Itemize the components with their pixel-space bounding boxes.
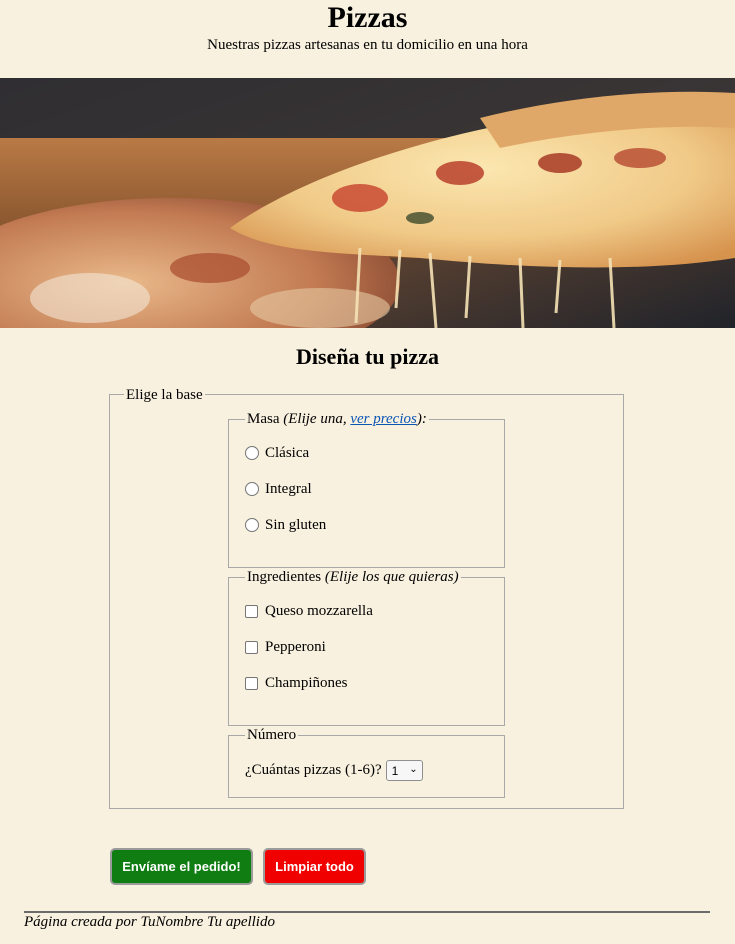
quantity-select[interactable]: 1 ⌄ [385, 760, 423, 781]
checkbox-label: Queso mozzarella [265, 603, 373, 619]
fieldset-ingredientes-legend: Ingredientes (Elije los que quieras) [245, 569, 461, 585]
hero-pizza-image [0, 78, 735, 328]
radio-option-integral[interactable]: Integral [245, 480, 312, 498]
fieldset-masa: Masa (Elije una, ver precios): Clásica I… [228, 411, 505, 568]
radio-label: Clásica [265, 445, 310, 461]
radio-label: Sin gluten [265, 517, 327, 533]
fieldset-numero: Número ¿Cuántas pizzas (1-6)? 1 ⌄ [228, 727, 505, 798]
fieldset-base: Elige la base Masa (Elije una, ver preci… [109, 387, 624, 809]
chevron-down-icon: ⌄ [409, 764, 418, 775]
checkbox[interactable] [245, 640, 258, 654]
radio-option-sin-gluten[interactable]: Sin gluten [245, 516, 326, 534]
page-title: Pizzas [327, 1, 408, 34]
clear-all-button[interactable]: Limpiar todo [263, 848, 366, 885]
checkbox[interactable] [245, 604, 258, 618]
pizza-photo [0, 78, 735, 328]
send-order-button[interactable]: Envíame el pedido! [110, 848, 253, 885]
radio-button[interactable] [245, 518, 259, 532]
fieldset-base-legend: Elige la base [124, 387, 205, 403]
checkbox[interactable] [245, 676, 258, 690]
radio-label: Integral [265, 481, 312, 497]
page-subtitle: Nuestras pizzas artesanas en tu domicili… [207, 37, 528, 53]
checkbox-option-queso[interactable]: Queso mozzarella [245, 602, 373, 620]
quantity-label: ¿Cuántas pizzas (1-6)? [245, 762, 382, 778]
ver-precios-link[interactable]: ver precios [350, 411, 417, 427]
footer-credit: Página creada por TuNombre Tu apellido [24, 914, 275, 930]
fieldset-ingredientes: Ingredientes (Elije los que quieras) Que… [228, 569, 505, 726]
radio-button[interactable] [245, 482, 259, 496]
checkbox-option-champinones[interactable]: Champiñones [245, 674, 348, 692]
radio-button[interactable] [245, 446, 259, 460]
fieldset-masa-legend: Masa (Elije una, ver precios): [245, 411, 429, 427]
radio-option-clasica[interactable]: Clásica [245, 444, 309, 462]
checkbox-label: Pepperoni [265, 639, 326, 655]
checkbox-label: Champiñones [265, 675, 348, 691]
quantity-row: ¿Cuántas pizzas (1-6)? 1 ⌄ [245, 760, 423, 781]
checkbox-option-pepperoni[interactable]: Pepperoni [245, 638, 326, 656]
fieldset-numero-legend: Número [245, 727, 299, 743]
site-header: Pizzas Nuestras pizzas artesanas en tu d… [0, 0, 735, 78]
form-title: Diseña tu pizza [296, 344, 439, 369]
